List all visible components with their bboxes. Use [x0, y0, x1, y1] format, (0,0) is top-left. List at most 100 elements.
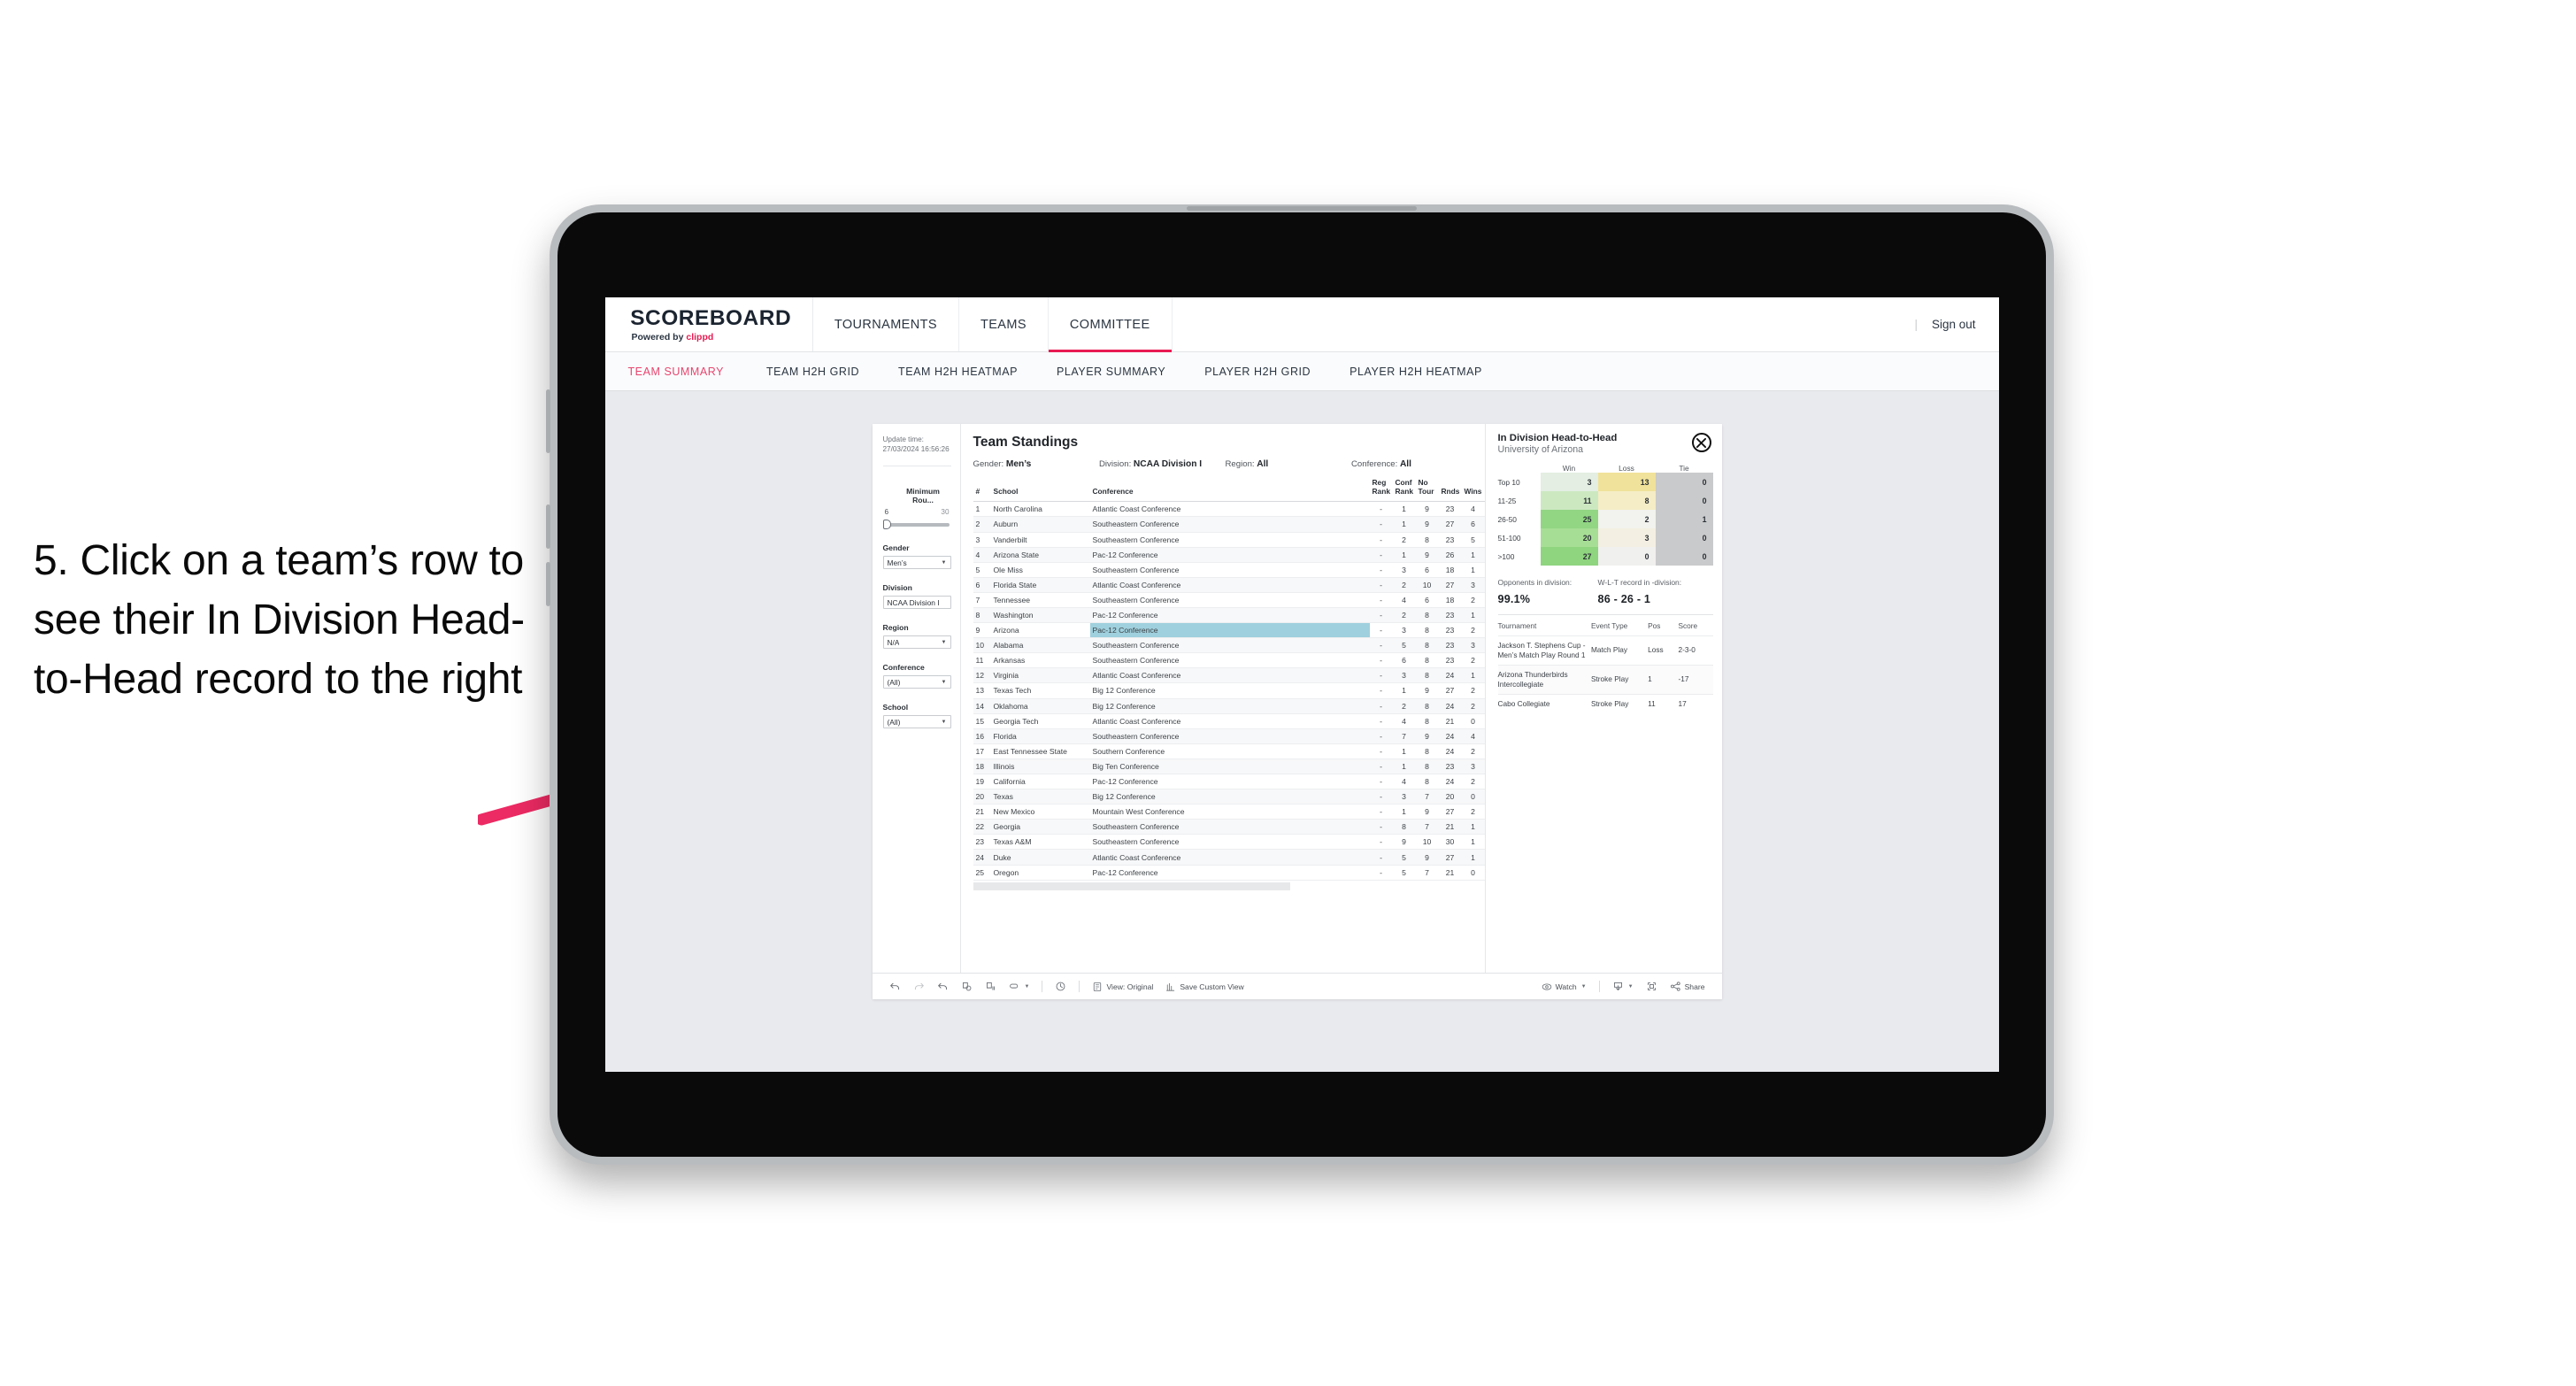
- revert-icon[interactable]: [931, 981, 955, 992]
- highlight-icon[interactable]: ▼: [1003, 981, 1036, 992]
- table-row[interactable]: 1 North Carolina Atlantic Coast Conference…: [973, 501, 1485, 518]
- nav-item-committee[interactable]: COMMITTEE: [1048, 297, 1173, 352]
- school-select[interactable]: (All) ▼: [882, 715, 951, 729]
- meta-conference-value: All: [1399, 459, 1411, 469]
- table-row[interactable]: 14 Oklahoma Big 12 Conference -2 8 24 2: [973, 698, 1485, 714]
- refresh-data-icon[interactable]: [955, 981, 979, 992]
- table-row[interactable]: 22 Georgia Southeastern Conference -8 7 21 1: [973, 819, 1485, 835]
- table-row[interactable]: 12 Virginia Atlantic Coast Conference -3 8 24…: [973, 667, 1485, 684]
- pause-updates-icon[interactable]: [979, 981, 1003, 992]
- col-rank[interactable]: #: [973, 477, 991, 503]
- cell-rank: 13: [973, 682, 991, 699]
- table-row[interactable]: 6 Florida State Atlantic Coast Conference -…: [973, 577, 1485, 593]
- share-button[interactable]: Share: [1664, 981, 1711, 992]
- cell-reg-rank: -: [1369, 698, 1393, 714]
- cell-conference: Southeastern Conference: [1089, 637, 1370, 654]
- col-no-tour[interactable]: No Tour: [1415, 477, 1439, 503]
- tournament-row[interactable]: Jackson T. Stephens Cup - Men’s Match Pl…: [1497, 635, 1713, 666]
- table-row[interactable]: 18 Illinois Big Ten Conference -1 8 23 3: [973, 758, 1485, 775]
- cell-no-tour: 9: [1415, 849, 1439, 866]
- table-row[interactable]: 3 Vanderbilt Southeastern Conference -2 8 23 5: [973, 532, 1485, 548]
- table-row[interactable]: 21 New Mexico Mountain West Conference -1 9 2…: [973, 804, 1485, 820]
- table-row[interactable]: 16 Florida Southeastern Conference -7 9 24 4: [973, 728, 1485, 744]
- table-row[interactable]: 7 Tennessee Southeastern Conference -4 6 18 2: [973, 592, 1485, 608]
- stat-opponents-caption: Opponents in division:: [1497, 578, 1573, 587]
- pause-auto-update-icon[interactable]: [1049, 981, 1073, 992]
- col-reg-rank[interactable]: Reg Rank: [1369, 477, 1393, 503]
- table-row[interactable]: 13 Texas Tech Big 12 Conference -1 9 27 2: [973, 682, 1485, 699]
- col-wins[interactable]: Wins: [1461, 477, 1485, 503]
- cell-wins: 2: [1461, 682, 1485, 699]
- tab-team-summary[interactable]: TEAM SUMMARY: [628, 366, 747, 378]
- col-rnds[interactable]: Rnds: [1438, 477, 1462, 503]
- region-select[interactable]: N/A ▼: [882, 635, 951, 650]
- table-row[interactable]: 19 California Pac-12 Conference -4 8 24 2: [973, 774, 1485, 790]
- horizontal-scrollbar[interactable]: [973, 882, 1290, 890]
- h2h-cell-win: 3: [1540, 473, 1598, 491]
- tab-player-h2h-grid[interactable]: PLAYER H2H GRID: [1185, 366, 1330, 378]
- close-icon[interactable]: [1691, 433, 1711, 452]
- view-original-button[interactable]: View: Original: [1086, 982, 1159, 992]
- conference-select[interactable]: (All) ▼: [882, 675, 951, 689]
- tab-team-h2h-grid[interactable]: TEAM H2H GRID: [747, 366, 879, 378]
- tab-team-h2h-heatmap[interactable]: TEAM H2H HEATMAP: [879, 366, 1037, 378]
- tournament-table: Tournament Event Type Pos Score Jackson …: [1497, 621, 1713, 713]
- undo-icon[interactable]: [883, 981, 907, 992]
- cell-rank: 12: [973, 667, 991, 684]
- cell-no-tour: 7: [1415, 789, 1439, 805]
- cell-score: 2-3-0: [1678, 635, 1713, 666]
- tab-player-summary[interactable]: PLAYER SUMMARY: [1037, 366, 1185, 378]
- nav-item-teams[interactable]: TEAMS: [958, 297, 1049, 351]
- col-conf-rank[interactable]: Conf Rank: [1392, 477, 1416, 503]
- visualization-body: Update time: 27/03/2024 16:56:26 Minimum…: [873, 424, 1722, 973]
- table-row[interactable]: 5 Ole Miss Southeastern Conference -3 6 18 1: [973, 562, 1485, 578]
- col-school[interactable]: School: [990, 477, 1090, 503]
- table-row[interactable]: 24 Duke Atlantic Coast Conference -5 9 27 1: [973, 849, 1485, 866]
- watch-button[interactable]: Watch ▼: [1535, 982, 1593, 992]
- table-row[interactable]: 8 Washington Pac-12 Conference -2 8 23 1: [973, 607, 1485, 624]
- table-row[interactable]: 10 Alabama Southeastern Conference -5 8 23 3: [973, 637, 1485, 654]
- cell-no-tour: 7: [1415, 865, 1439, 881]
- update-time-label: Update time:: [882, 435, 924, 443]
- redo-icon[interactable]: [907, 981, 931, 992]
- h2h-column-headers: Win Loss Tie: [1498, 464, 1713, 473]
- division-select[interactable]: NCAA Division I: [882, 596, 951, 610]
- gender-select[interactable]: Men’s ▼: [882, 556, 951, 570]
- col-conference[interactable]: Conference: [1089, 477, 1370, 503]
- table-row[interactable]: 20 Texas Big 12 Conference -3 7 20 0: [973, 789, 1485, 805]
- tab-player-h2h-heatmap[interactable]: PLAYER H2H HEATMAP: [1330, 366, 1502, 378]
- cell-school: Arkansas: [990, 652, 1090, 669]
- cell-conf-rank: 2: [1392, 607, 1416, 624]
- cell-no-tour: 10: [1415, 834, 1439, 851]
- table-row[interactable]: 11 Arkansas Southeastern Conference -6 8 23 2: [973, 652, 1485, 669]
- toolbar-divider: [1598, 981, 1600, 992]
- table-row[interactable]: 9 Arizona Pac-12 Conference -3 8 23 2: [973, 622, 1485, 639]
- nav-item-tournaments[interactable]: TOURNAMENTS: [812, 297, 959, 351]
- cell-school: Oregon: [990, 865, 1090, 881]
- slider-handle[interactable]: [882, 520, 891, 530]
- table-row[interactable]: 17 East Tennessee State Southern Conferenc…: [973, 743, 1485, 759]
- table-row[interactable]: 2 Auburn Southeastern Conference -1 9 27 6: [973, 516, 1485, 533]
- cell-rnds: 21: [1438, 865, 1462, 881]
- save-custom-view-button[interactable]: Save Custom View: [1159, 982, 1250, 992]
- cell-rnds: 24: [1438, 728, 1462, 744]
- cell-reg-rank: -: [1369, 562, 1393, 578]
- tournament-row[interactable]: Cabo Collegiate Stroke Play 11 17: [1497, 693, 1713, 713]
- signout-link[interactable]: Sign out: [1932, 318, 1976, 331]
- h2h-cell-loss: 3: [1597, 528, 1656, 547]
- fullscreen-icon[interactable]: [1640, 981, 1664, 992]
- table-row[interactable]: 25 Oregon Pac-12 Conference -5 7 21 0: [973, 865, 1485, 881]
- cell-wins: 1: [1461, 547, 1485, 563]
- cell-wins: 5: [1461, 532, 1485, 548]
- meta-gender-label: Gender:: [973, 459, 1006, 469]
- download-icon[interactable]: ▼: [1606, 981, 1640, 992]
- minimum-rounds-slider[interactable]: [882, 519, 951, 530]
- panel-subtitle: University of Arizona: [1497, 444, 1584, 455]
- tournament-row[interactable]: Arizona Thunderbirds Intercollegiate Stro…: [1497, 664, 1713, 695]
- cell-conf-rank: 3: [1392, 667, 1416, 684]
- cell-rnds: 23: [1438, 501, 1462, 518]
- table-row[interactable]: 23 Texas A&M Southeastern Conference -9 10 30…: [973, 834, 1485, 851]
- table-row[interactable]: 4 Arizona State Pac-12 Conference -1 9 26 1: [973, 547, 1485, 563]
- table-row[interactable]: 15 Georgia Tech Atlantic Coast Conference -…: [973, 713, 1485, 729]
- meta-division: Division: NCAA Division I: [1099, 459, 1226, 469]
